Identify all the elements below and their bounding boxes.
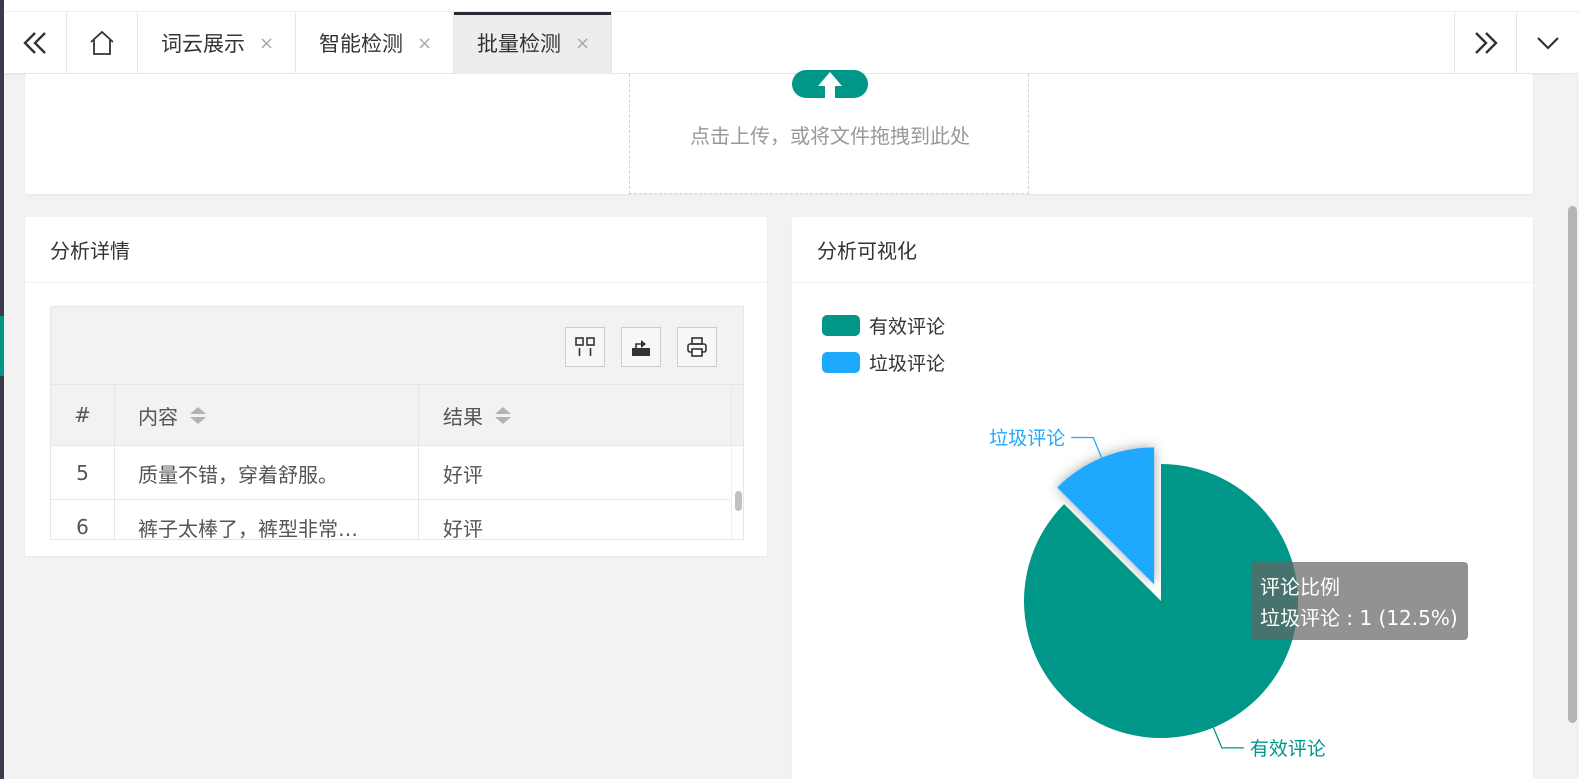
legend-label: 有效评论 (869, 316, 946, 338)
legend-swatch (822, 352, 860, 373)
legend-item-valid[interactable]: 有效评论 (822, 307, 945, 344)
row-result: 好评 (419, 500, 732, 539)
pie-chart: 垃圾评论有效评论 (989, 427, 1326, 760)
print-icon (687, 337, 707, 357)
double-chevron-right-icon (1474, 32, 1498, 54)
page-scrollbar[interactable] (1561, 74, 1579, 779)
chart-legend: 有效评论 垃圾评论 (822, 307, 945, 381)
sidebar-edge (0, 0, 4, 779)
tab-scroll-left-button[interactable] (4, 12, 67, 74)
export-icon (632, 340, 650, 356)
column-header-content[interactable]: 内容 (115, 385, 419, 445)
tooltip-value: 垃圾评论 : 1 (12.5%) (1260, 606, 1458, 630)
legend-swatch (822, 315, 860, 336)
upload-dropzone[interactable]: 点击上传，或将文件拖拽到此处 (629, 70, 1029, 194)
upload-card: 点击上传，或将文件拖拽到此处 (25, 70, 1533, 194)
tab-bar: 词云展示 × 智能检测 × 批量检测 × (4, 12, 1579, 74)
chart-tooltip: 评论比例 垃圾评论 : 1 (12.5%) (1252, 562, 1468, 640)
card-title: 分析详情 (25, 217, 767, 283)
tab-scroll-right-button[interactable] (1454, 12, 1516, 74)
pie-label: 有效评论 (1250, 738, 1326, 760)
tab-wordcloud[interactable]: 词云展示 × (138, 12, 296, 74)
export-button[interactable] (621, 327, 661, 367)
pie-label: 垃圾评论 (989, 427, 1065, 449)
tooltip-title: 评论比例 (1260, 575, 1340, 599)
home-tab[interactable] (67, 12, 138, 74)
header-strip (4, 0, 1579, 12)
row-index: 5 (51, 446, 115, 500)
print-button[interactable] (677, 327, 717, 367)
columns-button[interactable] (565, 327, 605, 367)
table-scrollbar-thumb[interactable] (735, 491, 742, 511)
table-row[interactable]: 5 质量不错，穿着舒服。 好评 (51, 446, 743, 500)
columns-icon (575, 337, 595, 356)
legend-label: 垃圾评论 (869, 353, 946, 375)
column-header-index: # (51, 385, 115, 445)
double-chevron-left-icon (23, 32, 46, 54)
tab-menu-button[interactable] (1516, 12, 1579, 74)
row-result: 好评 (419, 446, 732, 500)
tab-smart-detect[interactable]: 智能检测 × (296, 12, 454, 74)
pie-label-line (1212, 727, 1244, 749)
upload-hint: 点击上传，或将文件拖拽到此处 (690, 124, 970, 148)
sidebar-active-indicator (0, 316, 4, 376)
tab-batch-detect[interactable]: 批量检测 × (454, 12, 612, 74)
row-content: 裤子太棒了，裤型非常… (115, 500, 419, 539)
sort-icon[interactable] (495, 406, 511, 424)
analysis-detail-card: 分析详情 # 内容 结果 5 质量不错，穿着舒服。 好评 6 裤子太棒了，裤型非… (25, 217, 767, 556)
tab-label: 智能检测 (319, 32, 403, 56)
home-icon (90, 30, 114, 55)
table-scrollbar[interactable] (731, 446, 743, 539)
table-header: # 内容 结果 (51, 385, 743, 446)
pie-label-line (1071, 436, 1103, 459)
close-icon[interactable]: × (575, 33, 590, 54)
table-toolbar (51, 307, 743, 385)
close-icon[interactable]: × (259, 33, 274, 54)
tab-label: 词云展示 (161, 32, 245, 56)
result-table: # 内容 结果 5 质量不错，穿着舒服。 好评 6 裤子太棒了，裤型非常… 好评 (50, 306, 744, 540)
row-content: 质量不错，穿着舒服。 (115, 446, 419, 500)
upload-cloud-icon (792, 70, 868, 98)
tab-label: 批量检测 (477, 32, 561, 56)
column-header-result[interactable]: 结果 (419, 385, 732, 445)
legend-item-spam[interactable]: 垃圾评论 (822, 344, 945, 381)
row-index: 6 (51, 500, 115, 539)
sort-icon[interactable] (190, 406, 206, 424)
chevron-down-icon (1537, 37, 1559, 50)
analysis-visual-card: 分析可视化 垃圾评论 有效评论 有效评论 垃圾评论 评论比例 垃圾评论 : 1 (… (792, 217, 1533, 779)
page-scrollbar-thumb[interactable] (1568, 206, 1577, 723)
table-row[interactable]: 6 裤子太棒了，裤型非常… 好评 (51, 500, 743, 539)
close-icon[interactable]: × (417, 33, 432, 54)
